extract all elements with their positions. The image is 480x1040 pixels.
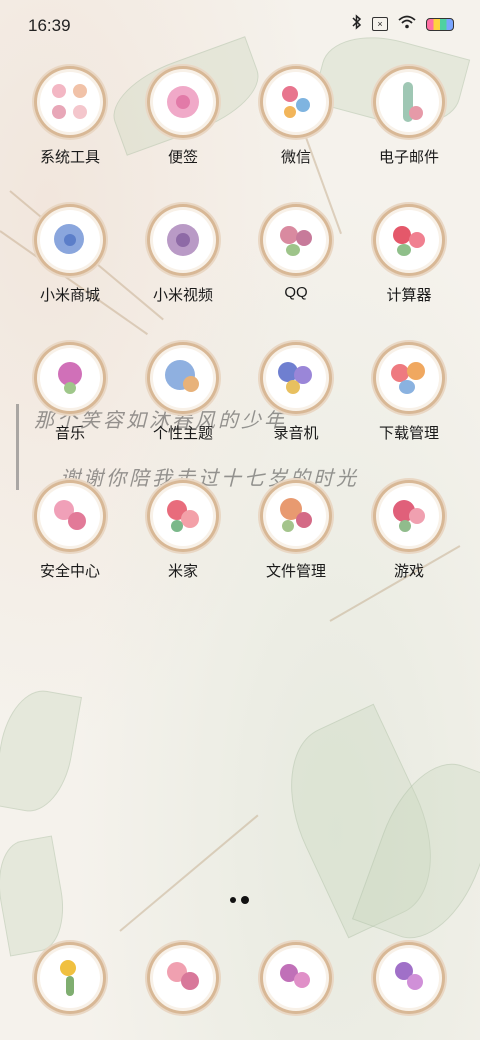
mi-store-icon: [40, 210, 100, 270]
app-label: 文件管理: [265, 563, 326, 580]
dock-app-messages[interactable]: [127, 948, 239, 1008]
app-label: 下载管理: [378, 425, 439, 442]
twig-decoration: [119, 814, 259, 932]
status-time: 16:39: [28, 16, 71, 35]
app-label: 系统工具: [39, 149, 100, 166]
notes-icon: [153, 72, 213, 132]
app-label: 安全中心: [39, 563, 100, 580]
browser-icon: [266, 948, 326, 1008]
sim-icon: ×: [372, 17, 388, 31]
system-tools-icon: [40, 72, 100, 132]
app-music[interactable]: 音乐: [14, 348, 126, 443]
app-wechat[interactable]: 微信: [240, 72, 352, 167]
wechat-icon: [266, 72, 326, 132]
app-label: 小米商城: [39, 287, 100, 304]
messages-icon: [153, 948, 213, 1008]
security-icon: [40, 486, 100, 546]
app-label: 个性主题: [152, 425, 213, 442]
mijia-icon: [153, 486, 213, 546]
app-mi-video[interactable]: 小米视频: [127, 210, 239, 305]
app-downloads[interactable]: 下载管理: [353, 348, 465, 443]
app-label: 计算器: [386, 287, 432, 304]
email-icon: [379, 72, 439, 132]
downloads-icon: [379, 348, 439, 408]
app-label: QQ: [284, 284, 308, 301]
leaf-decoration: [0, 684, 83, 818]
app-email[interactable]: 电子邮件: [353, 72, 465, 167]
app-themes[interactable]: 个性主题: [127, 348, 239, 443]
music-icon: [40, 348, 100, 408]
file-manager-icon: [266, 486, 326, 546]
page-dot-current[interactable]: [241, 896, 249, 904]
calculator-icon: [379, 210, 439, 270]
leaf-decoration: [0, 835, 72, 957]
status-bar: 16:39 ×: [0, 0, 480, 52]
battery-icon: [426, 17, 454, 31]
app-games[interactable]: 游戏: [353, 486, 465, 581]
dock-app-browser[interactable]: [240, 948, 352, 1008]
qq-icon: [266, 210, 326, 270]
app-system-tools[interactable]: 系统工具: [14, 72, 126, 167]
app-label: 电子邮件: [378, 149, 439, 166]
phone-icon: [40, 948, 100, 1008]
app-recorder[interactable]: 录音机: [240, 348, 352, 443]
app-calculator[interactable]: 计算器: [353, 210, 465, 305]
app-label: 米家: [167, 563, 198, 580]
app-mijia[interactable]: 米家: [127, 486, 239, 581]
mi-video-icon: [153, 210, 213, 270]
app-label: 便签: [167, 149, 198, 166]
recorder-icon: [266, 348, 326, 408]
app-label: 录音机: [273, 425, 319, 442]
themes-icon: [153, 348, 213, 408]
app-qq[interactable]: QQ: [240, 210, 352, 301]
camera-icon: [379, 948, 439, 1008]
bluetooth-icon: [352, 14, 362, 34]
app-file-manager[interactable]: 文件管理: [240, 486, 352, 581]
app-label: 游戏: [393, 563, 424, 580]
app-notes[interactable]: 便签: [127, 72, 239, 167]
app-label: 小米视频: [152, 287, 213, 304]
page-dot[interactable]: [230, 897, 236, 903]
wifi-icon: [398, 15, 416, 33]
dock-app-camera[interactable]: [353, 948, 465, 1008]
app-label: 微信: [280, 149, 311, 166]
page-indicator[interactable]: [230, 896, 249, 904]
app-security[interactable]: 安全中心: [14, 486, 126, 581]
games-icon: [379, 486, 439, 546]
app-mi-store[interactable]: 小米商城: [14, 210, 126, 305]
dock-app-phone[interactable]: [14, 948, 126, 1008]
status-icons: ×: [352, 14, 454, 34]
app-label: 音乐: [54, 425, 85, 442]
